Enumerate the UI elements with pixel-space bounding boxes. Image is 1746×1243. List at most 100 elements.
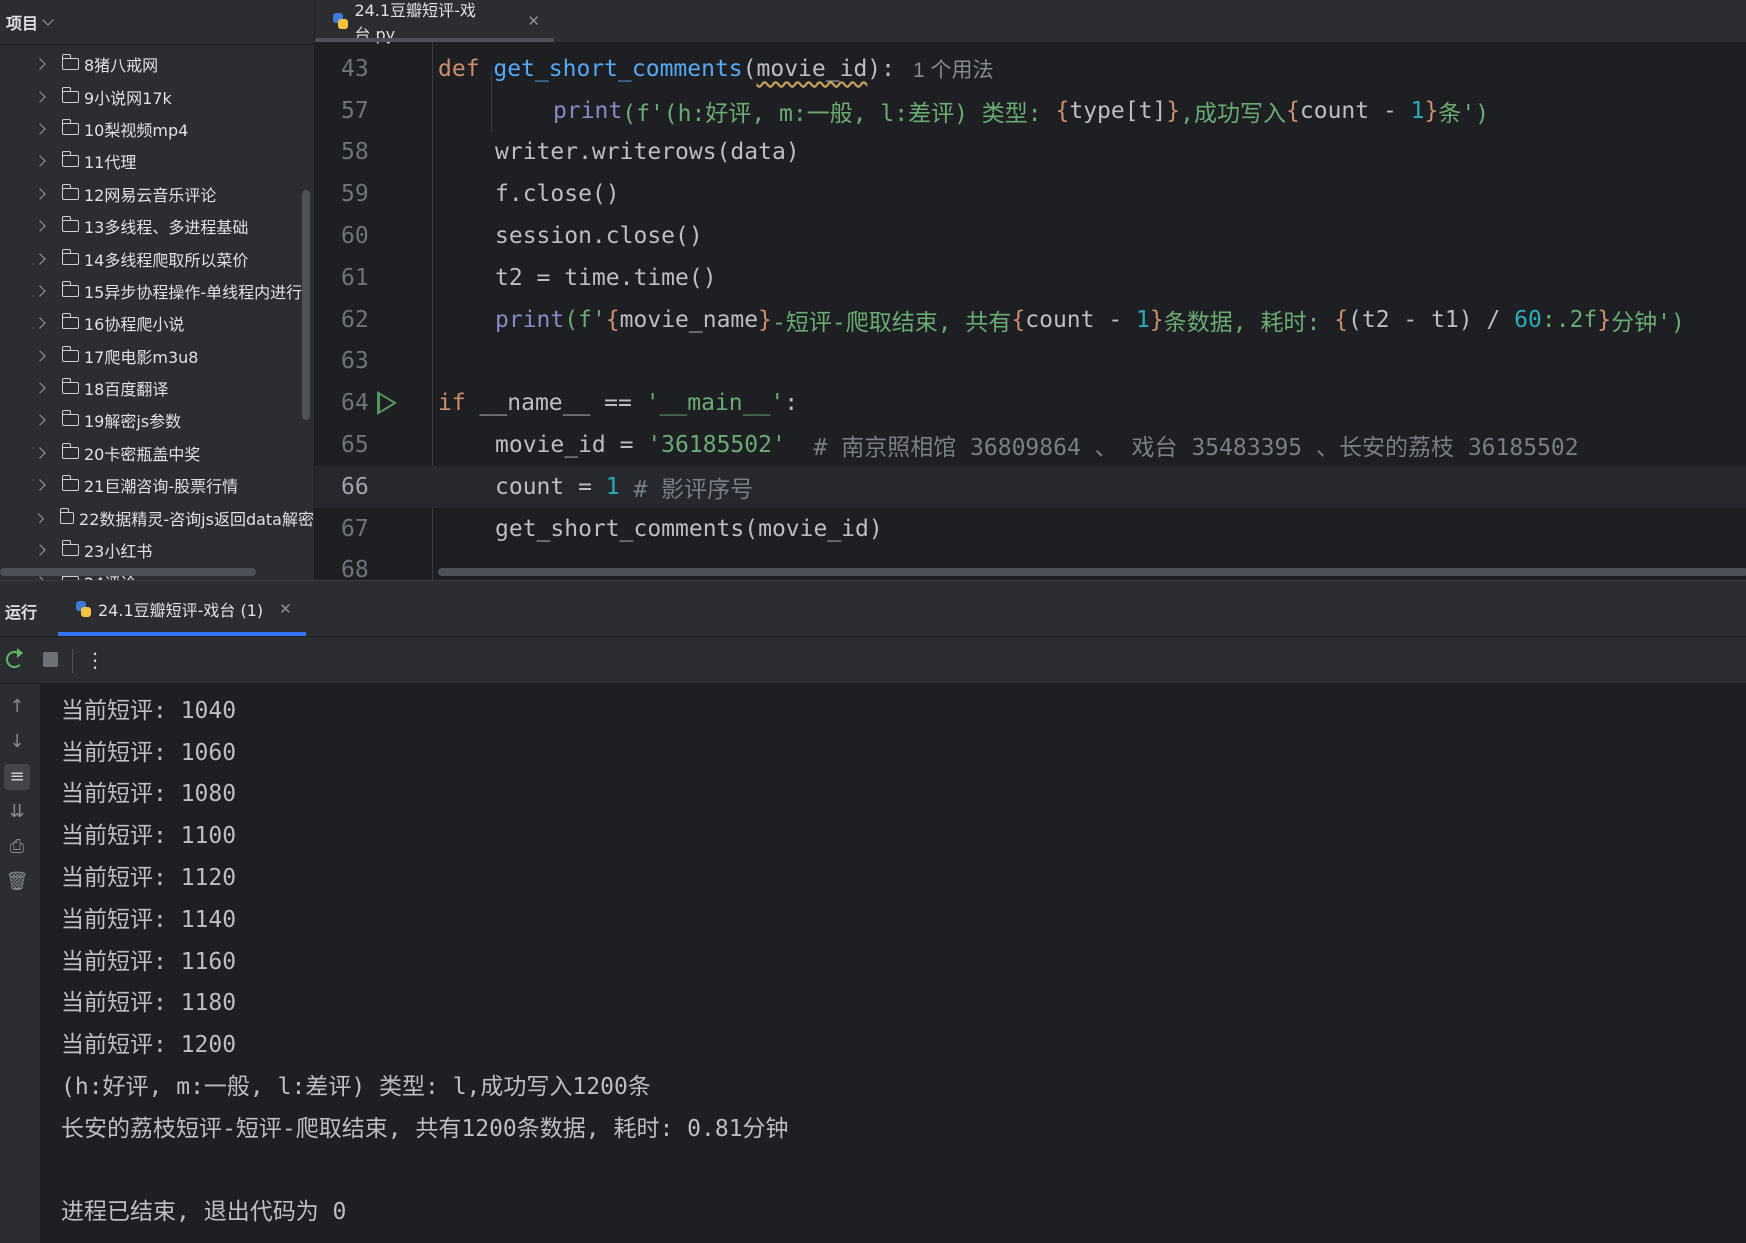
- line-number: 60: [341, 223, 369, 250]
- run-tab[interactable]: 24.1豆瓣短评-戏台 (1) ✕: [58, 581, 306, 636]
- tree-folder[interactable]: 21巨潮咨询-股票行情: [0, 469, 314, 501]
- line-number: 57: [341, 97, 369, 124]
- project-title: 项目: [6, 14, 39, 33]
- editor-tab[interactable]: 24.1豆瓣短评-戏台.py ✕: [315, 0, 554, 44]
- chevron-right-icon[interactable]: [34, 317, 46, 329]
- arrow-down-icon[interactable]: ↓: [4, 729, 30, 755]
- tree-vertical-scrollbar[interactable]: [302, 190, 310, 420]
- code-token: }: [1166, 97, 1181, 124]
- chevron-down-icon[interactable]: [42, 14, 54, 26]
- project-header[interactable]: 项目: [0, 0, 314, 45]
- run-panel-title: 运行: [5, 603, 38, 622]
- folder-label: 10梨视频mp4: [84, 120, 189, 140]
- more-icon[interactable]: ⋮: [84, 649, 106, 671]
- code-token: count -: [1299, 97, 1411, 124]
- console-line: 当前短评: 1060: [61, 739, 237, 766]
- code-token: -短评-爬取结束, 共有: [772, 309, 1012, 336]
- folder-label: 23小红书: [84, 542, 153, 562]
- tree-folder[interactable]: 19解密js参数: [0, 404, 314, 436]
- chevron-right-icon[interactable]: [34, 155, 46, 168]
- console-line: 长安的荔枝短评-短评-爬取结束, 共有1200条数据, 耗时: 0.81分钟: [61, 1115, 789, 1142]
- code-line: f.close(): [438, 173, 1746, 215]
- tree-folder[interactable]: 18百度翻译: [0, 372, 314, 404]
- code-token: (f'(h:好评, m:一般, l:差评) 类型:: [622, 100, 1056, 127]
- chevron-right-icon[interactable]: [34, 382, 46, 394]
- chevron-right-icon[interactable]: [34, 252, 46, 265]
- tree-folder[interactable]: 11代理: [0, 145, 314, 177]
- tree-folder[interactable]: 8猪八戒网: [0, 48, 314, 80]
- code-token: (f': [564, 306, 606, 333]
- chevron-right-icon[interactable]: [34, 414, 46, 427]
- code-token: movie_id: [756, 55, 868, 82]
- code-token: movie_id =: [495, 432, 648, 459]
- run-panel: 运行 24.1豆瓣短评-戏台 (1) ✕ ⋮ ↑ ↓ ≡ ⇊ ⎙ 🗑 当前短评:…: [0, 580, 1746, 1243]
- code-token: }: [758, 306, 772, 333]
- chevron-right-icon[interactable]: [34, 123, 46, 135]
- tree-folder[interactable]: 22数据精灵-咨询js返回data解密: [0, 501, 314, 533]
- tree-folder[interactable]: 16协程爬小说: [0, 307, 314, 339]
- scroll-to-end-icon[interactable]: ⇊: [4, 799, 30, 825]
- folder-label: 13多线程、多进程基础: [84, 218, 249, 238]
- code-token: {: [605, 306, 620, 333]
- line-number: 67: [341, 515, 369, 542]
- tree-folder[interactable]: 10梨视频mp4: [0, 113, 314, 145]
- close-icon[interactable]: ✕: [527, 12, 540, 30]
- tree-folder[interactable]: 20卡密瓶盖中奖: [0, 437, 314, 469]
- folder-label: 20卡密瓶盖中奖: [84, 444, 201, 464]
- stop-icon[interactable]: [40, 649, 62, 671]
- code-token: (t2 - t1) /: [1348, 306, 1515, 333]
- code-token: __name__ ==: [465, 390, 646, 417]
- tree-folder[interactable]: 12网易云音乐评论: [0, 178, 314, 210]
- folder-icon: [61, 54, 79, 71]
- code-token: 1: [1410, 97, 1425, 124]
- console-line: 当前短评: 1120: [61, 865, 237, 892]
- folder-label: 14多线程爬取所以菜价: [84, 250, 249, 270]
- chevron-right-icon[interactable]: [34, 188, 46, 200]
- line-number: 65: [341, 432, 369, 459]
- tree-folder[interactable]: 17爬电影m3u8: [0, 340, 314, 372]
- console-output[interactable]: 当前短评: 1040 当前短评: 1060 当前短评: 1080 当前短评: 1…: [61, 687, 1721, 1230]
- print-icon[interactable]: ⎙: [4, 834, 30, 860]
- folder-icon: [61, 216, 79, 233]
- code-token: {: [1334, 306, 1348, 333]
- chevron-right-icon[interactable]: [34, 512, 45, 523]
- folder-label: 16协程爬小说: [84, 315, 185, 335]
- tree-folder[interactable]: 15异步协程操作-单线程内进行: [0, 275, 314, 307]
- line-number: 68: [341, 557, 369, 580]
- run-icon[interactable]: [377, 391, 397, 416]
- tree-horizontal-scrollbar[interactable]: [0, 568, 256, 576]
- soft-wrap-icon[interactable]: ≡: [4, 764, 30, 790]
- close-icon[interactable]: ✕: [279, 600, 292, 618]
- line-number: 62: [341, 306, 369, 333]
- rerun-icon[interactable]: [4, 648, 26, 671]
- chevron-right-icon[interactable]: [34, 285, 46, 297]
- code-line: print (f'{movie_name} -短评-爬取结束, 共有{count -…: [438, 299, 1746, 341]
- folder-icon: [61, 118, 79, 135]
- chevron-right-icon[interactable]: [34, 544, 46, 556]
- code-comment: # 南京照相馆 36809864 、 戏台 35483395 、长安的荔枝 36…: [785, 435, 1579, 462]
- code-token: {: [1055, 97, 1070, 124]
- chevron-right-icon[interactable]: [34, 350, 46, 362]
- code-area[interactable]: def get_short_comments(movie_id): 1 个用法 p…: [432, 48, 1746, 580]
- arrow-up-icon[interactable]: ↑: [4, 694, 30, 720]
- chevron-right-icon[interactable]: [34, 447, 46, 459]
- editor-horizontal-scrollbar[interactable]: [438, 568, 1746, 576]
- tree-folder[interactable]: 23小红书: [0, 534, 314, 566]
- trash-icon[interactable]: 🗑: [4, 869, 30, 895]
- tree-folder[interactable]: 9小说网17k: [0, 80, 314, 112]
- console-line: 当前短评: 1140: [61, 906, 237, 933]
- tree-folder[interactable]: 14多线程爬取所以菜价: [0, 242, 314, 274]
- usage-hint[interactable]: 1 个用法: [913, 54, 994, 84]
- code-token: session.close(): [495, 223, 703, 250]
- console-line: 当前短评: 1040: [61, 697, 237, 724]
- chevron-right-icon[interactable]: [34, 220, 46, 232]
- folder-label: 9小说网17k: [84, 88, 172, 108]
- tree-folder[interactable]: 13多线程、多进程基础: [0, 210, 314, 242]
- code-token: t2 = time.time(): [495, 264, 717, 291]
- run-side-toolbar: ↑ ↓ ≡ ⇊ ⎙ 🗑: [0, 684, 40, 1243]
- chevron-right-icon[interactable]: [34, 90, 46, 103]
- chevron-right-icon[interactable]: [34, 58, 46, 70]
- code-token: type[t]: [1069, 97, 1167, 124]
- folder-label: 22数据精灵-咨询js返回data解密: [79, 509, 314, 529]
- chevron-right-icon[interactable]: [34, 479, 46, 491]
